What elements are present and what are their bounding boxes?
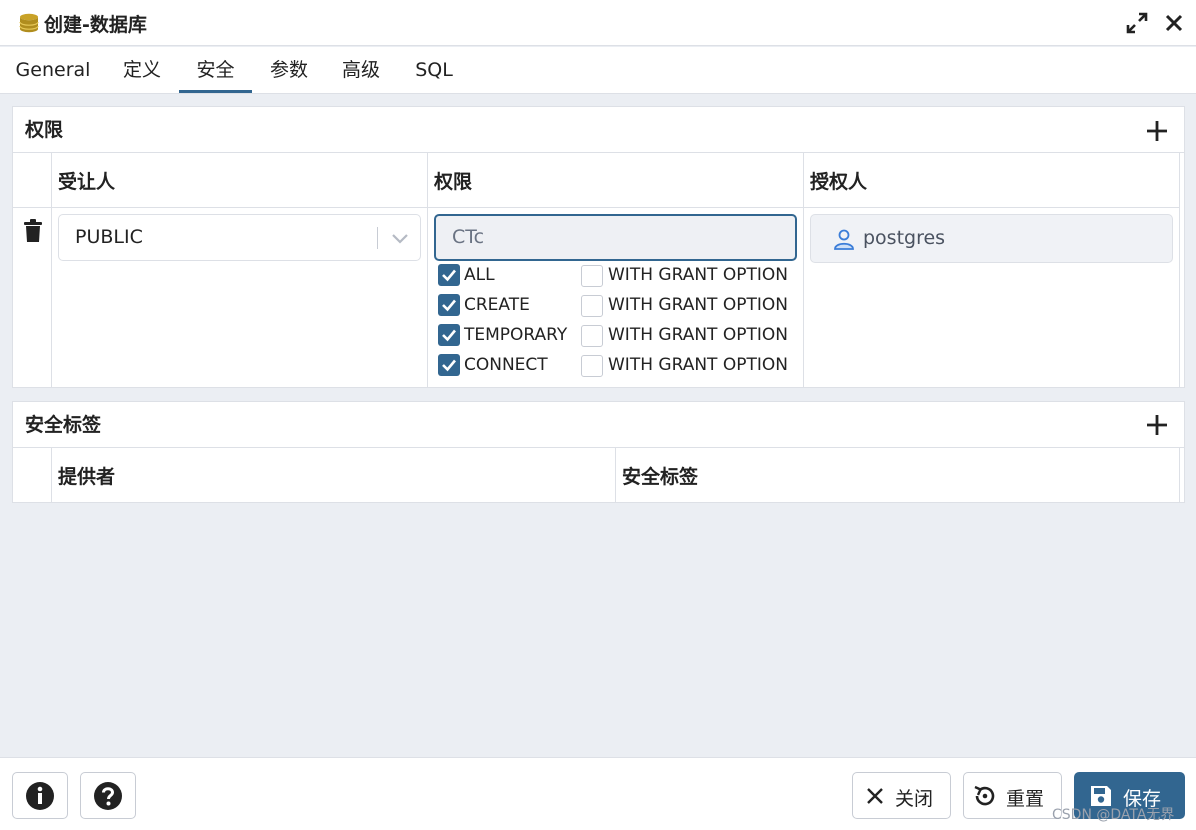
privileges-title: 权限 [25,119,64,141]
close-button-label: 关闭 [895,788,934,810]
tab-parameters[interactable]: 参数 [261,47,317,93]
checkbox-create-grant[interactable] [581,295,603,317]
info-button[interactable] [12,772,68,819]
column-header-provider: 提供者 [58,466,116,488]
tab-general[interactable]: General [13,47,93,93]
checkbox-connect[interactable] [438,354,460,376]
column-header-grantor: 授权人 [810,171,868,193]
divider [1179,448,1180,502]
grant-option-label: WITH GRANT OPTION [608,325,788,345]
watermark: CSDN @DATA无界 [1052,807,1175,823]
divider [803,153,804,387]
checkbox-create[interactable] [438,294,460,316]
option-label: ALL [464,265,495,285]
maximize-icon[interactable] [1126,12,1148,34]
delete-row-icon[interactable] [23,219,43,243]
close-button[interactable]: 关闭 [852,772,951,819]
checkbox-all-grant[interactable] [581,265,603,287]
divider [615,448,616,502]
divider [51,448,52,502]
divider [1179,153,1180,387]
checkbox-connect-grant[interactable] [581,355,603,377]
dialog-title: 创建-数据库 [44,14,147,36]
database-icon [19,13,39,33]
grantee-value: PUBLIC [75,226,143,248]
grant-option-label: WITH GRANT OPTION [608,355,788,375]
dialog-footer: 关闭 重置 保存 [0,757,1196,830]
checkbox-temporary[interactable] [438,324,460,346]
divider [13,152,1184,153]
divider [13,447,1184,448]
option-label: TEMPORARY [464,325,568,345]
info-icon [26,782,54,810]
tab-advanced[interactable]: 高级 [333,47,389,93]
security-labels-title: 安全标签 [25,414,102,436]
divider [427,153,428,387]
grantor-value: postgres [863,227,946,249]
divider [51,153,52,387]
close-icon[interactable] [1163,12,1185,34]
add-security-label-icon[interactable] [1145,413,1169,437]
privileges-input[interactable]: CTc [434,214,797,261]
user-icon [834,229,854,250]
select-separator [377,227,378,249]
checkbox-temporary-grant[interactable] [581,325,603,347]
reset-button[interactable]: 重置 [963,772,1062,819]
grantee-select[interactable]: PUBLIC [58,214,421,261]
chevron-down-icon[interactable] [389,227,411,249]
reset-icon [974,785,995,806]
column-header-grantee: 受让人 [58,171,116,193]
add-privilege-icon[interactable] [1145,119,1169,143]
reset-button-label: 重置 [1006,788,1045,810]
column-header-security-label: 安全标签 [622,466,699,488]
help-button[interactable] [80,772,136,819]
checkbox-all[interactable] [438,264,460,286]
column-header-privileges: 权限 [434,171,473,193]
tab-definition[interactable]: 定义 [114,47,170,93]
grant-option-label: WITH GRANT OPTION [608,265,788,285]
help-icon [94,782,122,810]
option-label: CONNECT [464,355,548,375]
grant-option-label: WITH GRANT OPTION [608,295,788,315]
privileges-summary: CTc [452,226,485,248]
x-icon [867,788,883,804]
dialog-titlebar: 创建-数据库 [0,0,1196,46]
tab-bar: General 定义 安全 参数 高级 SQL [0,47,1196,94]
tab-sql[interactable]: SQL [406,47,462,93]
security-labels-panel [12,401,1185,503]
divider [13,207,1180,208]
tab-security[interactable]: 安全 [179,47,252,93]
option-label: CREATE [464,295,530,315]
grantor-field: postgres [810,214,1173,263]
